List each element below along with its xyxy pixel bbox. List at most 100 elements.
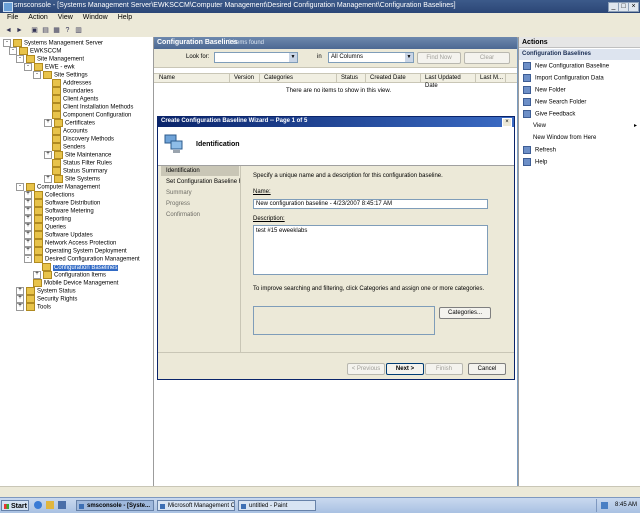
collapse-icon[interactable]: - <box>9 47 17 55</box>
start-button[interactable]: Start <box>1 500 29 511</box>
name-field[interactable]: New configuration baseline - 4/23/2007 8… <box>253 199 488 209</box>
tree-node-mobile-device-management[interactable]: Mobile Device Management <box>33 279 118 287</box>
menu-file[interactable]: File <box>4 13 21 22</box>
tree-node-root[interactable]: - Systems Management Server <box>3 39 103 47</box>
column-header-status[interactable]: Status <box>339 74 366 82</box>
taskbar-item-paint[interactable]: untitled - Paint <box>238 500 316 511</box>
cancel-button[interactable]: Cancel <box>468 363 506 375</box>
help-icon[interactable]: ? <box>63 26 72 35</box>
tree-node-tools[interactable]: + Tools <box>16 303 51 311</box>
collapse-icon[interactable]: - <box>16 183 24 191</box>
action-give-feedback[interactable]: Give Feedback <box>523 110 575 119</box>
column-header-version[interactable]: Version <box>232 74 260 82</box>
tree-node-software-updates[interactable]: + Software Updates <box>24 231 93 239</box>
tree-node-system-status[interactable]: + System Status <box>16 287 76 295</box>
expand-icon[interactable]: + <box>33 271 41 279</box>
wizard-title-bar[interactable]: Create Configuration Baseline Wizard -- … <box>158 117 514 127</box>
tree-node-computer-management[interactable]: - Computer Management <box>16 183 100 191</box>
tree-node-site-systems[interactable]: + Site Systems <box>44 175 100 183</box>
tree-node-collections[interactable]: + Collections <box>24 191 74 199</box>
clear-button[interactable]: Clear <box>464 52 510 64</box>
action-new-configuration-baseline[interactable]: New Configuration Baseline <box>523 62 609 71</box>
expand-icon[interactable]: + <box>44 175 52 183</box>
show-tree-icon[interactable]: ▤ <box>41 26 50 35</box>
expand-icon[interactable]: + <box>24 247 32 255</box>
chevron-down-icon[interactable]: ▼ <box>289 53 297 62</box>
action-new-search-folder[interactable]: New Search Folder <box>523 98 586 107</box>
tree-node-reporting[interactable]: + Reporting <box>24 215 71 223</box>
tree-node-software-distribution[interactable]: + Software Distribution <box>24 199 100 207</box>
tree-node-site-settings[interactable]: - Site Settings <box>33 71 88 79</box>
tree-node-boundaries[interactable]: Boundaries <box>52 87 93 95</box>
action-new-folder[interactable]: New Folder <box>523 86 566 95</box>
expand-icon[interactable]: + <box>24 191 32 199</box>
description-field[interactable]: test #15 eweeklabs <box>253 225 488 275</box>
action-import-configuration-data[interactable]: Import Configuration Data <box>523 74 604 83</box>
expand-icon[interactable]: + <box>24 215 32 223</box>
tree-node-accounts[interactable]: Accounts <box>52 127 88 135</box>
tree-node-software-metering[interactable]: + Software Metering <box>24 207 94 215</box>
tree-node-site[interactable]: - EWKSCCM <box>9 47 61 55</box>
tree-node-queries[interactable]: + Queries <box>24 223 66 231</box>
collapse-icon[interactable]: - <box>16 55 24 63</box>
in-columns-select[interactable]: All Columns ▼ <box>328 52 414 63</box>
properties-icon[interactable]: ▦ <box>52 26 61 35</box>
quick-launch-folder-icon[interactable] <box>46 501 54 509</box>
tree-node-security-rights[interactable]: + Security Rights <box>16 295 77 303</box>
tree-node-certificates[interactable]: + Certificates <box>44 119 95 127</box>
tree-node-network-access-protection[interactable]: + Network Access Protection <box>24 239 116 247</box>
tree-node-component-configuration[interactable]: Component Configuration <box>52 111 131 119</box>
expand-icon[interactable]: + <box>44 151 52 159</box>
expand-icon[interactable]: + <box>24 231 32 239</box>
expand-icon[interactable]: + <box>24 199 32 207</box>
tree-node-discovery-methods[interactable]: Discovery Methods <box>52 135 114 143</box>
tree-node-senders[interactable]: Senders <box>52 143 85 151</box>
tree-node-status-filter-rules[interactable]: Status Filter Rules <box>52 159 112 167</box>
find-now-button[interactable]: Find Now <box>417 52 461 64</box>
tree-node-site-ewe[interactable]: - EWE - ewk <box>24 63 75 71</box>
close-icon[interactable]: × <box>502 118 512 127</box>
expand-icon[interactable]: + <box>16 287 24 295</box>
tree-node-addresses[interactable]: Addresses <box>52 79 91 87</box>
column-header-last-updated-date[interactable]: Last Updated Date <box>423 74 476 89</box>
taskbar-item-smsconsole[interactable]: smsconsole - [Syste... <box>76 500 154 511</box>
menu-action[interactable]: Action <box>25 13 50 22</box>
expand-icon[interactable]: + <box>24 207 32 215</box>
expand-icon[interactable]: + <box>24 223 32 231</box>
menu-view[interactable]: View <box>55 13 76 22</box>
tree-node-configuration-baselines[interactable]: Configuration Baselines <box>42 263 119 271</box>
window-title-bar[interactable]: smsconsole - [Systems Management Server\… <box>0 0 640 13</box>
tree-node-site-management[interactable]: - Site Management <box>16 55 84 63</box>
forward-icon[interactable]: ► <box>15 26 24 35</box>
look-for-input[interactable]: ▼ <box>214 52 298 63</box>
action-new-window-from-here[interactable]: New Window from Here <box>523 134 596 143</box>
expand-icon[interactable]: + <box>24 239 32 247</box>
expand-icon[interactable]: + <box>44 119 52 127</box>
close-icon[interactable]: × <box>628 2 639 12</box>
collapse-icon[interactable]: - <box>24 255 32 263</box>
actions-section-configuration-baselines[interactable]: Configuration Baselines <box>519 49 640 60</box>
collapse-icon[interactable]: - <box>33 71 41 79</box>
action-view[interactable]: View ▸ <box>523 122 637 131</box>
tree-node-client-agents[interactable]: Client Agents <box>52 95 98 103</box>
finish-button[interactable]: Finish <box>425 363 463 375</box>
column-header-name[interactable]: Name <box>157 74 230 82</box>
collapse-icon[interactable]: - <box>3 39 11 47</box>
menu-help[interactable]: Help <box>115 13 135 22</box>
back-icon[interactable]: ◄ <box>4 26 13 35</box>
console-icon[interactable]: ▥ <box>74 26 83 35</box>
column-header-categories[interactable]: Categories <box>262 74 337 82</box>
expand-icon[interactable]: + <box>16 295 24 303</box>
tree-node-client-installation-methods[interactable]: Client Installation Methods <box>52 103 133 111</box>
next-button[interactable]: Next > <box>386 363 424 375</box>
expand-icon[interactable]: + <box>16 303 24 311</box>
collapse-icon[interactable]: - <box>24 63 32 71</box>
taskbar-item-mmc[interactable]: Microsoft Management C... <box>157 500 235 511</box>
tree-node-status-summary[interactable]: Status Summary <box>52 167 107 175</box>
column-header-last-modified[interactable]: Last M... <box>478 74 506 82</box>
quick-launch-desktop-icon[interactable] <box>58 501 66 509</box>
categories-button[interactable]: Categories... <box>439 307 491 319</box>
tree-node-operating-system-deployment[interactable]: + Operating System Deployment <box>24 247 127 255</box>
tree-node-desired-configuration-management[interactable]: - Desired Configuration Management <box>24 255 140 263</box>
action-refresh[interactable]: Refresh <box>523 146 556 155</box>
